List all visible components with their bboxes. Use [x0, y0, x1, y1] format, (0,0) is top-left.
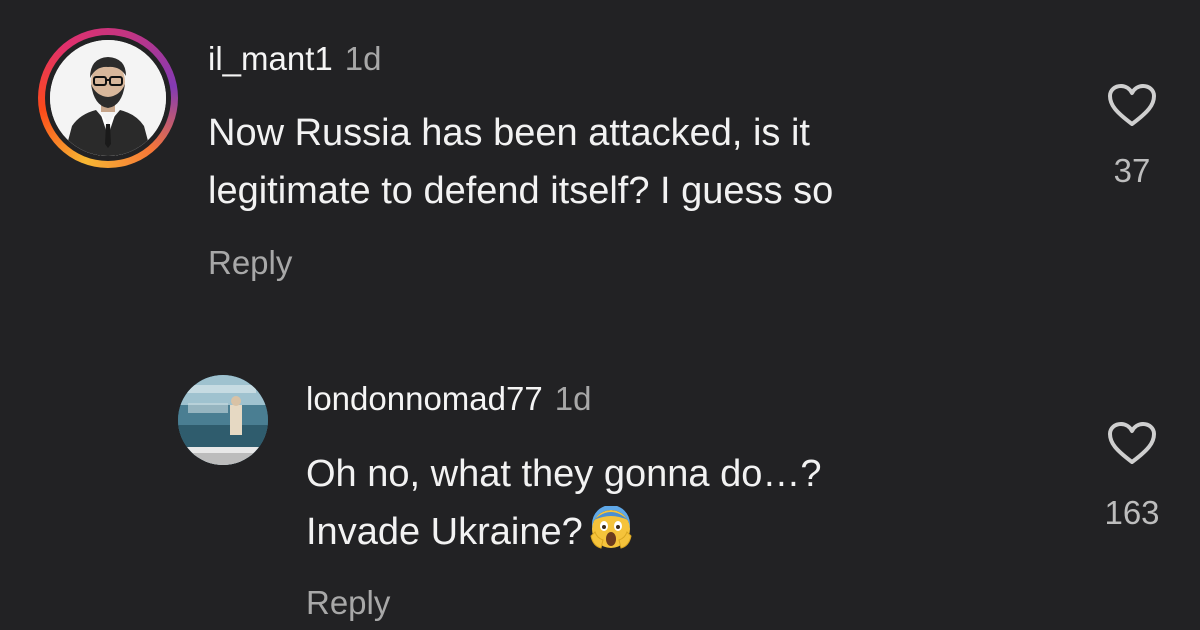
heart-icon[interactable]: [1102, 420, 1162, 466]
comment-line: Now Russia has been attacked, is it: [208, 112, 810, 154]
like-count: 163: [1104, 494, 1160, 531]
avatar-photo: [178, 375, 268, 465]
comment-reply: londonnomad77 1d Oh no, what they gonna d…: [0, 330, 1200, 630]
comment-line-with-emoji: Invade Ukraine?: [306, 503, 821, 561]
comment: il_mant1 1d Now Russia has been attacked,…: [0, 0, 1200, 330]
avatar[interactable]: [178, 375, 268, 465]
heart-icon[interactable]: [1102, 82, 1162, 128]
avatar[interactable]: [38, 28, 178, 168]
face-screaming-in-fear-icon: [589, 505, 633, 550]
like-control: 163: [1102, 420, 1162, 532]
timestamp: 1d: [344, 40, 382, 77]
comment-line: Oh no, what they gonna do…?: [306, 453, 822, 495]
like-count: 37: [1113, 152, 1151, 189]
comment-header: londonnomad77 1d: [306, 380, 591, 418]
comment-header: il_mant1 1d: [208, 40, 381, 78]
avatar-illustration: [50, 40, 166, 156]
comment-text: Oh no, what they gonna do…? Invade Ukrai…: [306, 445, 821, 561]
username[interactable]: il_mant1: [208, 40, 333, 77]
comment-line: Invade Ukraine?: [306, 511, 583, 553]
reply-button[interactable]: Reply: [208, 244, 292, 282]
comment-text: Now Russia has been attacked, is it legi…: [208, 104, 833, 220]
comment-line: legitimate to defend itself? I guess so: [208, 170, 834, 212]
reply-button[interactable]: Reply: [306, 584, 390, 622]
like-control: 37: [1102, 82, 1162, 190]
username[interactable]: londonnomad77: [306, 380, 543, 417]
timestamp: 1d: [554, 380, 592, 417]
